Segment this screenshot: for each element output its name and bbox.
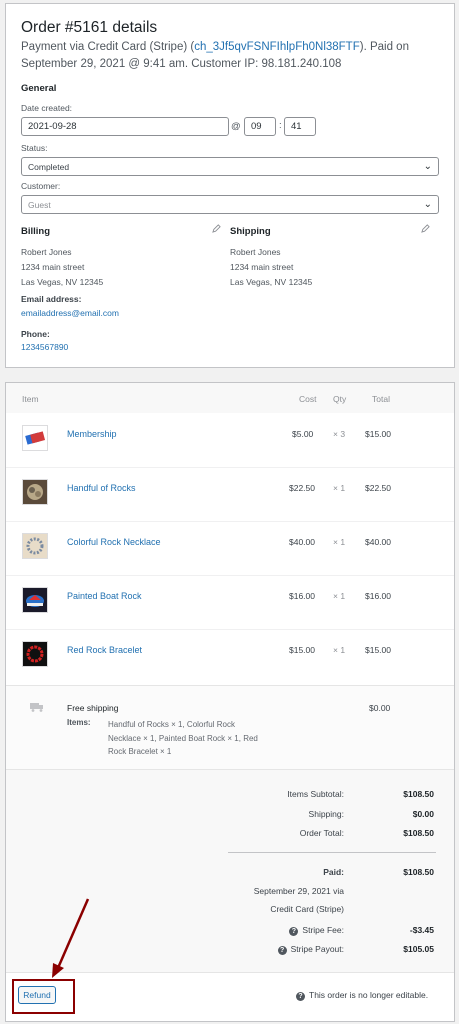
annotation-arrow	[52, 898, 90, 978]
annotation-highlight-box	[12, 979, 75, 1014]
